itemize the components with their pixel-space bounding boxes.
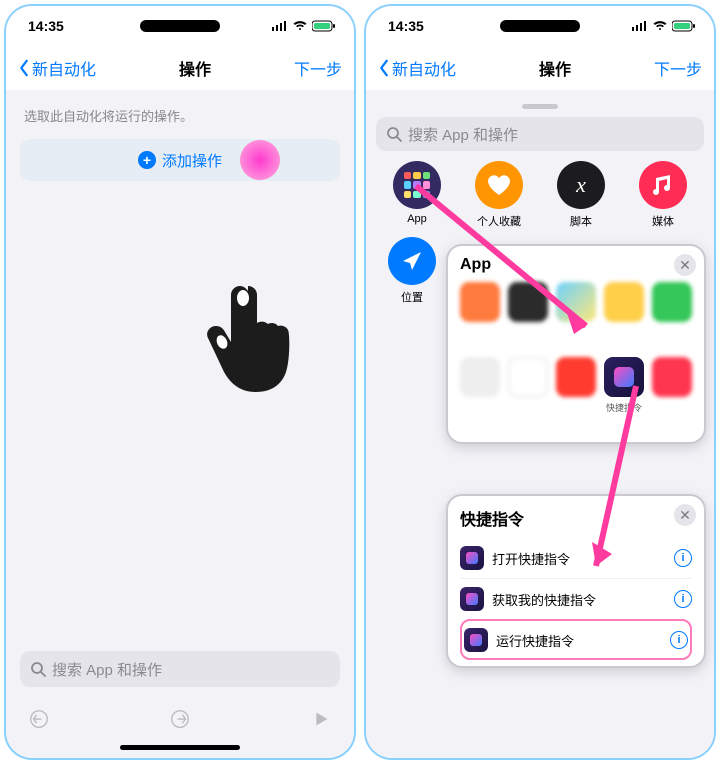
action-run-shortcut[interactable]: 运行快捷指令 i bbox=[460, 619, 692, 660]
category-label: 媒体 bbox=[652, 213, 674, 229]
nav-title: 操作 bbox=[179, 56, 211, 80]
phone-right: 14:35 新自动化 操作 下一步 搜索 App 和操作 App bbox=[364, 4, 716, 760]
redo-button[interactable] bbox=[169, 708, 191, 730]
info-button[interactable]: i bbox=[670, 631, 688, 649]
action-list: 打开快捷指令 i 获取我的快捷指令 i 运行快捷指令 i bbox=[460, 538, 692, 660]
phone-left: 14:35 新自动化 操作 下一步 选取此自动化将运行的操作。 + 添加操作 搜… bbox=[4, 4, 356, 760]
search-placeholder: 搜索 App 和操作 bbox=[408, 124, 518, 145]
add-action-button[interactable]: + 添加操作 bbox=[20, 139, 340, 181]
category-app[interactable]: App bbox=[387, 161, 447, 229]
next-button[interactable]: 下一步 bbox=[294, 56, 342, 80]
heart-icon bbox=[475, 161, 523, 209]
actions-popup: ✕ 快捷指令 打开快捷指令 i 获取我的快捷指令 i 运行快捷指令 i bbox=[446, 494, 706, 668]
undo-button[interactable] bbox=[28, 708, 50, 730]
close-button[interactable]: ✕ bbox=[674, 254, 696, 276]
shortcuts-icon bbox=[460, 546, 484, 570]
content-left: 选取此自动化将运行的操作。 + 添加操作 搜索 App 和操作 bbox=[6, 90, 354, 697]
music-icon bbox=[639, 161, 687, 209]
status-time: 14:35 bbox=[388, 18, 424, 34]
status-right bbox=[272, 20, 336, 32]
back-button[interactable]: 新自动化 bbox=[378, 56, 456, 80]
status-time: 14:35 bbox=[28, 18, 64, 34]
category-label: App bbox=[407, 213, 427, 225]
location-icon bbox=[388, 237, 436, 285]
action-sheet: 搜索 App 和操作 App 个人收藏 x 脚本 媒体 bbox=[366, 96, 714, 758]
play-button[interactable] bbox=[310, 708, 332, 730]
action-label: 获取我的快捷指令 bbox=[492, 590, 596, 609]
popup-title: App bbox=[460, 256, 692, 274]
action-get-my-shortcuts[interactable]: 获取我的快捷指令 i bbox=[460, 578, 692, 619]
back-label: 新自动化 bbox=[32, 56, 96, 80]
info-button[interactable]: i bbox=[674, 549, 692, 567]
category-label: 脚本 bbox=[570, 213, 592, 229]
info-button[interactable]: i bbox=[674, 590, 692, 608]
sheet-grabber[interactable] bbox=[522, 104, 558, 109]
nav-bar: 新自动化 操作 下一步 bbox=[6, 46, 354, 90]
category-label: 个人收藏 bbox=[477, 213, 521, 229]
category-favorites[interactable]: 个人收藏 bbox=[469, 161, 529, 229]
nav-bar: 新自动化 操作 下一步 bbox=[366, 46, 714, 90]
search-placeholder: 搜索 App 和操作 bbox=[52, 659, 162, 680]
script-icon: x bbox=[557, 161, 605, 209]
tap-indicator bbox=[240, 140, 280, 180]
popup-title: 快捷指令 bbox=[460, 506, 692, 530]
shortcuts-icon bbox=[604, 357, 644, 397]
app-label: 快捷指令 bbox=[606, 401, 642, 414]
shortcuts-icon bbox=[460, 587, 484, 611]
close-button[interactable]: ✕ bbox=[674, 504, 696, 526]
search-input[interactable]: 搜索 App 和操作 bbox=[20, 651, 340, 687]
category-media[interactable]: 媒体 bbox=[633, 161, 693, 229]
status-right bbox=[632, 20, 696, 32]
action-open-shortcut[interactable]: 打开快捷指令 i bbox=[460, 538, 692, 578]
battery-icon bbox=[672, 20, 696, 32]
hand-icon bbox=[198, 278, 298, 403]
category-label: 位置 bbox=[401, 289, 423, 305]
action-label: 打开快捷指令 bbox=[492, 549, 570, 568]
search-icon bbox=[386, 126, 402, 142]
category-script[interactable]: x 脚本 bbox=[551, 161, 611, 229]
toolbar bbox=[6, 697, 354, 741]
category-location[interactable]: 位置 bbox=[382, 237, 442, 305]
apps-popup: ✕ App 快捷指令 bbox=[446, 244, 706, 444]
search-input[interactable]: 搜索 App 和操作 bbox=[376, 117, 704, 151]
signal-icon bbox=[272, 21, 288, 31]
add-action-label: 添加操作 bbox=[162, 150, 222, 171]
app-shortcuts[interactable]: 快捷指令 bbox=[604, 357, 644, 414]
category-row: App 个人收藏 x 脚本 媒体 bbox=[376, 161, 704, 229]
subtitle: 选取此自动化将运行的操作。 bbox=[24, 106, 336, 125]
plus-icon: + bbox=[138, 151, 156, 169]
battery-icon bbox=[312, 20, 336, 32]
shortcuts-icon bbox=[464, 628, 488, 652]
apps-icon bbox=[393, 161, 441, 209]
wifi-icon bbox=[652, 20, 668, 32]
notch bbox=[140, 20, 220, 32]
notch bbox=[500, 20, 580, 32]
chevron-left-icon bbox=[378, 59, 390, 77]
next-button[interactable]: 下一步 bbox=[654, 56, 702, 80]
back-label: 新自动化 bbox=[392, 56, 456, 80]
search-icon bbox=[30, 661, 46, 677]
signal-icon bbox=[632, 21, 648, 31]
action-label: 运行快捷指令 bbox=[496, 631, 574, 650]
wifi-icon bbox=[292, 20, 308, 32]
home-indicator bbox=[120, 745, 240, 750]
chevron-left-icon bbox=[18, 59, 30, 77]
back-button[interactable]: 新自动化 bbox=[18, 56, 96, 80]
nav-title: 操作 bbox=[539, 56, 571, 80]
